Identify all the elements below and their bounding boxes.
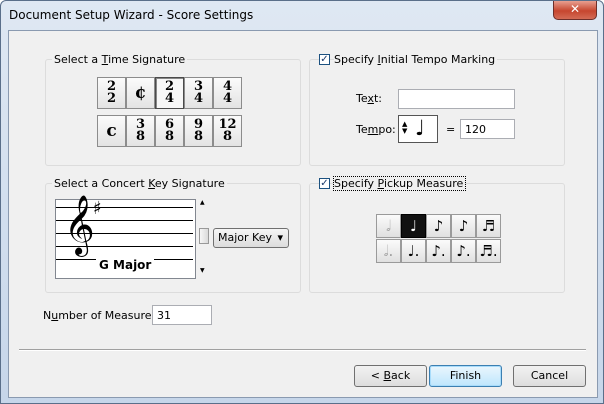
pickup-checkbox-label[interactable]: Specify Pickup Measure [332, 176, 467, 191]
equals-sign: = [446, 123, 456, 136]
time-signature-bottom: 8 [222, 129, 233, 144]
tempo-field-label: Tempo: [356, 123, 396, 136]
time-signature-button[interactable]: c [97, 115, 126, 147]
scroll-up-icon[interactable]: ▲ [200, 199, 205, 206]
time-signature-bottom: 4 [193, 91, 204, 106]
back-button[interactable]: < Back [354, 365, 427, 387]
pickup-note-button[interactable]: ♬ [476, 214, 501, 238]
finish-button[interactable]: Finish [429, 365, 502, 387]
label-text: t: [373, 92, 382, 105]
title-bar: Document Setup Wizard - Score Settings ✕ [1, 1, 603, 30]
tempo-value-input[interactable] [460, 119, 515, 139]
time-signature-fraction: 34 [193, 80, 204, 106]
label-text: Specify [334, 53, 378, 66]
pickup-note-button[interactable]: ♪ [451, 214, 476, 238]
sharp-icon: ♯ [93, 198, 102, 219]
heading-text: ime Signature [108, 53, 186, 66]
measures-label: Number of Measures: [43, 309, 161, 322]
heading-text: ey Signature [154, 177, 225, 190]
pickup-checkbox[interactable]: ✓ [319, 178, 330, 189]
pickup-note-button[interactable]: 𝅗𝅥 [376, 214, 401, 238]
heading-text: Select a [54, 53, 102, 66]
tempo-note-selector[interactable]: ▲ ▼ ♩ [398, 115, 438, 143]
time-signature-fraction: 24 [164, 80, 175, 106]
check-mark-icon: ✓ [320, 54, 329, 65]
time-signature-bottom: 4 [222, 91, 233, 106]
time-signature-button[interactable]: 38 [126, 115, 155, 147]
time-signature-bottom: 4 [164, 91, 175, 106]
tempo-group [309, 59, 565, 166]
tempo-checkbox[interactable]: ✓ [319, 54, 330, 65]
pickup-note-button[interactable]: ♬. [476, 239, 501, 263]
close-button[interactable]: ✕ [553, 1, 597, 20]
time-signature-button[interactable]: 98 [184, 115, 213, 147]
wizard-window: Document Setup Wizard - Score Settings ✕… [0, 0, 604, 404]
time-signature-button[interactable]: ¢ [126, 77, 155, 109]
time-signature-button[interactable]: 44 [213, 77, 242, 109]
time-signature-button[interactable]: 24 [155, 77, 184, 109]
time-signature-button[interactable]: 68 [155, 115, 184, 147]
measures-input[interactable] [152, 305, 212, 325]
time-signature-heading: Select a Time Signature [52, 53, 188, 66]
pickup-group [309, 183, 565, 293]
treble-clef-icon: 𝄞 [64, 195, 95, 255]
time-signature-bottom: 8 [193, 129, 204, 144]
quarter-note-icon: ♩ [415, 116, 425, 140]
label-text: Te [356, 92, 368, 105]
time-signature-button[interactable]: 34 [184, 77, 213, 109]
pickup-note-button[interactable]: 𝅗𝅥. [376, 239, 401, 263]
label-text: ickup Measure [383, 177, 464, 190]
dropdown-value: Major Key [218, 231, 272, 244]
check-mark-icon: ✓ [320, 178, 329, 189]
spin-arrows-icon: ▲ ▼ [402, 120, 408, 135]
window-title: Document Setup Wizard - Score Settings [9, 8, 254, 22]
time-signature-symbol: c [106, 121, 117, 141]
button-text: ack [391, 369, 411, 382]
label-accel: m [367, 123, 379, 136]
time-signature-fraction: 22 [106, 80, 117, 106]
scroll-down-icon[interactable]: ▼ [200, 267, 205, 274]
pickup-note-button[interactable]: ♪. [451, 239, 476, 263]
time-signature-button[interactable]: 22 [97, 77, 126, 109]
footer-separator [19, 349, 586, 351]
time-signature-fraction: 98 [193, 118, 204, 144]
label-text: po: [378, 123, 396, 136]
chevron-down-icon: ▾ [277, 231, 283, 244]
pickup-note-button[interactable]: ♪. [426, 239, 451, 263]
key-signature-staff: 𝄞 ♯ G Major [55, 195, 196, 279]
label-text: Te [356, 123, 368, 136]
time-signature-symbol: ¢ [134, 83, 147, 103]
key-mode-dropdown[interactable]: Major Key ▾ [213, 228, 289, 248]
time-signature-fraction: 12 8 [218, 118, 236, 144]
button-accel: B [383, 369, 392, 382]
key-scrollbar[interactable]: ▲ ▼ [199, 199, 209, 277]
pickup-note-button[interactable]: ♩. [401, 239, 426, 263]
label-text: nitial Tempo Marking [380, 53, 496, 66]
text-field-label: Text: [356, 92, 382, 105]
time-signature-button[interactable]: 12 8 [213, 115, 242, 147]
time-signature-group [45, 59, 301, 166]
time-signature-bottom: 2 [106, 91, 117, 106]
pickup-note-button[interactable]: ♪ [426, 214, 451, 238]
heading-accel: K [148, 177, 155, 190]
time-signature-fraction: 68 [164, 118, 175, 144]
label-text: Specify [334, 177, 378, 190]
key-name: G Major [96, 258, 155, 272]
tempo-text-input[interactable] [398, 89, 515, 109]
dialog-body: Select a Time Signature ✓ Specify Initia… [8, 30, 598, 398]
scroll-thumb[interactable] [199, 228, 209, 244]
heading-text: Select a Concert [54, 177, 149, 190]
time-signature-fraction: 38 [135, 118, 146, 144]
pickup-note-button[interactable]: ♩ [401, 214, 426, 238]
key-signature-heading: Select a Concert Key Signature [52, 177, 227, 190]
cancel-button[interactable]: Cancel [513, 365, 586, 387]
time-signature-bottom: 8 [164, 129, 175, 144]
button-text: < [370, 369, 384, 382]
tempo-checkbox-label[interactable]: Specify Initial Tempo Marking [334, 53, 498, 66]
label-text: mber of Measures: [58, 309, 161, 322]
label-text: N [43, 309, 52, 322]
time-signature-fraction: 44 [222, 80, 233, 106]
time-signature-bottom: 8 [135, 129, 146, 144]
